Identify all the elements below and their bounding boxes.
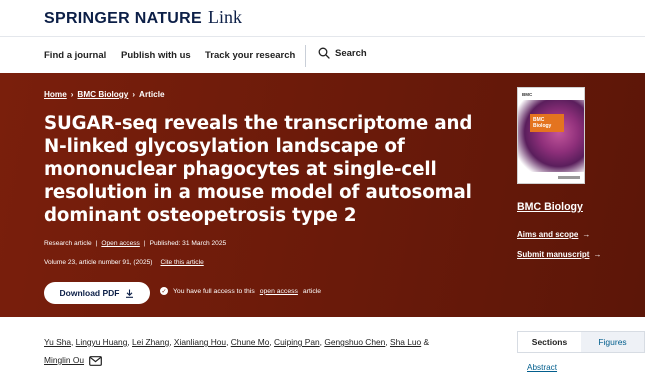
search-label: Search [335, 47, 367, 59]
nav-divider [305, 45, 306, 67]
open-access-link[interactable]: Open access [101, 240, 139, 247]
journal-name-link[interactable]: BMC Biology [517, 201, 583, 213]
breadcrumb-current: Article [139, 90, 165, 99]
journal-cover-image[interactable]: BMC BMC Biology [517, 87, 585, 184]
aims-scope-link[interactable]: Aims and scope → [517, 230, 590, 239]
access-suffix: article [302, 287, 322, 295]
download-pdf-button[interactable]: Download PDF [44, 282, 150, 304]
author-link[interactable]: Lingyu Huang [76, 337, 128, 347]
article-hero: Home › BMC Biology › Article SUGAR-seq r… [0, 73, 645, 317]
arrow-right-icon: → [593, 250, 602, 259]
brand-bar: SPRINGER NATURE Link [0, 0, 645, 36]
cover-artwork [518, 100, 584, 172]
cite-article-link[interactable]: Cite this article [161, 259, 204, 266]
download-icon [126, 289, 134, 298]
author-link[interactable]: Lei Zhang [132, 337, 169, 347]
access-open-access-link[interactable]: open access [260, 288, 298, 295]
search-button[interactable]: Search [318, 47, 367, 59]
access-notice: ✓ You have full access to this open acce… [160, 287, 321, 295]
submit-manuscript-link[interactable]: Submit manuscript → [517, 250, 601, 259]
published-date: Published: 31 March 2025 [149, 240, 227, 247]
breadcrumb-home[interactable]: Home [44, 90, 67, 99]
cover-title-label: BMC Biology [530, 114, 564, 132]
article-citation-info: Volume 23, article number 91, (2025) Cit… [44, 259, 204, 266]
check-circle-icon: ✓ [160, 287, 168, 295]
download-pdf-label: Download PDF [59, 288, 120, 298]
logo-link: Link [208, 7, 242, 27]
breadcrumb-journal[interactable]: BMC Biology [77, 90, 128, 99]
article-nav-tabs: Sections Figures [517, 331, 645, 353]
nav-track-research[interactable]: Track your research [205, 50, 295, 61]
nav-find-journal[interactable]: Find a journal [44, 50, 106, 61]
volume-info: Volume 23, article number 91, (2025) [44, 259, 153, 266]
author-link[interactable]: Chune Mo [231, 337, 270, 347]
author-link[interactable]: Gengshuo Chen [324, 337, 385, 347]
mail-icon[interactable] [89, 355, 103, 366]
chevron-right-icon: › [70, 90, 74, 99]
author-link[interactable]: Xianliang Hou [174, 337, 226, 347]
author-link[interactable]: Minglin Ou [44, 355, 84, 365]
arrow-right-icon: → [582, 230, 591, 239]
article-type: Research article [44, 240, 92, 247]
author-link[interactable]: Yu Sha [44, 337, 71, 347]
search-icon [318, 47, 330, 59]
article-title: SUGAR-seq reveals the transcriptome and … [44, 113, 473, 226]
aims-scope-label: Aims and scope [517, 230, 579, 239]
meta-separator: | [95, 240, 98, 247]
main-nav: Find a journal Publish with us Track you… [0, 36, 645, 73]
nav-publish-with-us[interactable]: Publish with us [121, 50, 191, 61]
breadcrumb: Home › BMC Biology › Article [44, 90, 165, 99]
cover-logo: BMC [522, 92, 533, 97]
chevron-right-icon: › [132, 90, 136, 99]
cover-footer-mark [558, 176, 580, 179]
submit-manuscript-label: Submit manuscript [517, 250, 590, 259]
article-meta: Research article | Open access | Publish… [44, 240, 226, 247]
author-link[interactable]: Sha Luo [390, 337, 421, 347]
author-list: Yu Sha, Lingyu Huang, Lei Zhang, Xianlia… [44, 337, 430, 366]
author-link[interactable]: Cuiping Pan [274, 337, 320, 347]
tab-figures[interactable]: Figures [581, 332, 644, 352]
access-prefix: You have full access to this [173, 287, 255, 295]
tab-sections[interactable]: Sections [518, 332, 581, 352]
meta-separator: | [143, 240, 146, 247]
site-logo[interactable]: SPRINGER NATURE Link [44, 7, 242, 28]
logo-springer-nature: SPRINGER NATURE [44, 10, 202, 27]
section-link-abstract[interactable]: Abstract [527, 363, 557, 372]
